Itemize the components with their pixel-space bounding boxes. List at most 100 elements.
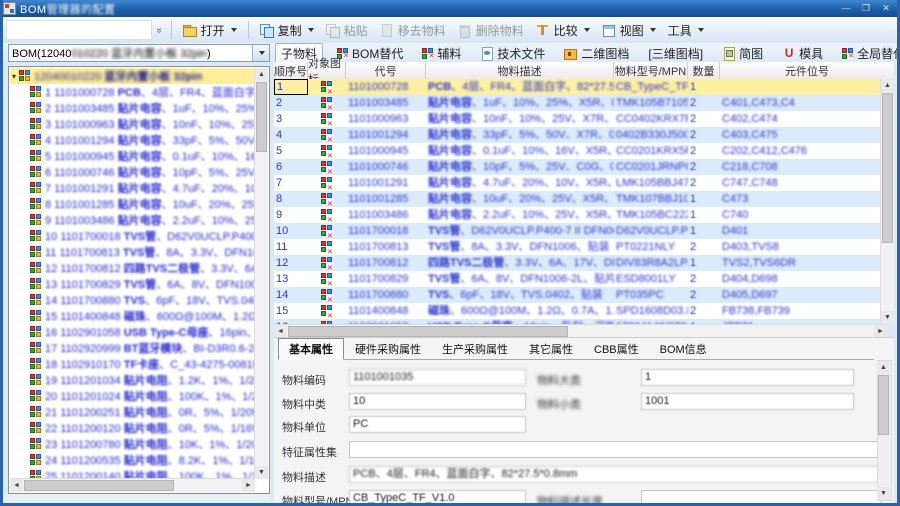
bom-selector[interactable]: BOM(12040010220 蓝牙内置小板 32pin) <box>8 44 270 62</box>
compare-button[interactable]: 比较 <box>530 20 596 41</box>
input-material-code[interactable]: 1101001035 <box>349 369 526 386</box>
table-row[interactable]: 151101400848磁珠、600Ω@100M、1.2Ω、0.7A、1.24Ω… <box>274 303 887 319</box>
tab-global-substitute[interactable]: 全局替代 <box>837 44 900 63</box>
table-row[interactable]: 61101000746贴片电容、10pF、5%、25V、C0G、0201、Tap… <box>274 159 887 175</box>
input-material-small-class[interactable]: 1001 <box>641 393 854 410</box>
tab-bom-info[interactable]: BOM信息 <box>650 339 717 359</box>
column-header-icon[interactable]: 对象图标 <box>308 62 346 79</box>
table-horizontal-scrollbar[interactable] <box>274 324 887 338</box>
table-vertical-scrollbar[interactable] <box>880 79 894 324</box>
input-material-mid-class[interactable]: 10 <box>349 393 526 410</box>
tab-cbb-properties[interactable]: CBB属性 <box>584 339 649 359</box>
scroll-down-icon[interactable] <box>877 487 890 500</box>
tab-3d-drawings[interactable]: [三维图档] <box>643 44 708 63</box>
table-row[interactable]: 81101001285贴片电容、10uF、20%、25V、X5R、0603、TA… <box>274 191 887 207</box>
table-row[interactable]: 51101000945贴片电容、0.1uF、10%、16V、X5R、0201、T… <box>274 143 887 159</box>
tree-item[interactable]: 6 1101000746 贴片电容、10pF、5%、25V、C0G <box>10 164 255 180</box>
scroll-down-icon[interactable] <box>881 311 894 324</box>
tree-item[interactable]: 5 1101000945 贴片电容、0.1uF、10%、16V、X5 <box>10 148 255 164</box>
scroll-up-icon[interactable] <box>877 361 890 374</box>
input-description-length[interactable] <box>641 490 882 506</box>
tree-item[interactable]: 19 1101201034 贴片电阻、1.2K、1%、1/20W、02 <box>10 372 255 388</box>
table-row[interactable]: 111101700813TVS管、8A、3.3V、DFN1006、贴装PT022… <box>274 239 887 255</box>
tab-other-properties[interactable]: 其它属性 <box>519 339 583 359</box>
tree-item[interactable]: 10 1101700018 TVS管、D62V0UCLP.P400-7 II <box>10 228 255 244</box>
tools-button[interactable]: 工具 <box>662 20 710 41</box>
tree-item[interactable]: 24 1101200535 贴片电阻、8.2K、1%、1/16W、04 <box>10 452 255 468</box>
table-row[interactable]: 131101700829TVS管、6A、8V、DFN1006-2L、贴片ESD8… <box>274 271 887 287</box>
view-button[interactable]: 视图 <box>596 20 662 41</box>
tree-item[interactable]: 2 1101003485 贴片电容、1uF、10%、25%、040 <box>10 100 255 116</box>
input-material-description[interactable]: PCB、4层、FR4、蓝面白字、82*27.5*0.8mm <box>349 466 882 483</box>
tab-production-purchase[interactable]: 生产采购属性 <box>432 339 518 359</box>
tree-vertical-scrollbar[interactable] <box>254 68 268 479</box>
column-header-description[interactable]: 物料描述 <box>426 62 614 79</box>
tree-item[interactable]: 11 1101700813 TVS管、8A、3.3V、DFN1006、贴 <box>10 244 255 260</box>
table-row[interactable]: 141101700880TVS、6pF、18V、TVS.0402、贴装PT035… <box>274 287 887 303</box>
input-attribute-set[interactable] <box>349 441 882 458</box>
tab-auxiliary-material[interactable]: 辅料 <box>417 44 466 63</box>
bom-item-icon <box>30 326 42 338</box>
toolbar-overflow-icon[interactable]: » <box>153 27 164 33</box>
scrollbar-thumb[interactable] <box>288 326 568 337</box>
tree-item[interactable]: 7 1101001291 贴片电容、4.7uF、20%、10V、X5 <box>10 180 255 196</box>
tab-mold[interactable]: U模具 <box>777 44 828 63</box>
tree-item[interactable]: 14 1101700880 TVS、6pF、18V、TVS.0402、贴装 <box>10 292 255 308</box>
properties-vertical-scrollbar[interactable] <box>877 360 892 501</box>
column-header-mpn[interactable]: 物料型号/MPN <box>614 62 688 79</box>
scrollbar-thumb[interactable] <box>882 93 893 243</box>
tree-item[interactable]: 13 1101700829 TVS管、6A、8V、DFN1006-2L、 <box>10 276 255 292</box>
scrollbar-thumb[interactable] <box>878 375 889 435</box>
tree-item[interactable]: 12 1101700812 四路TVS二极管、3.3V、6A、17V <box>10 260 255 276</box>
table-row[interactable]: 31101000963贴片电容、10nF、10%、25V、X7R、0402、Ta… <box>274 111 887 127</box>
column-header-seq[interactable]: 顺序号 <box>274 62 308 79</box>
minimize-button[interactable]: — <box>836 2 856 15</box>
tree-item[interactable]: 23 1101200780 贴片电阻、10K、1%、1/20W、02 <box>10 436 255 452</box>
bom-selector-dropdown-button[interactable] <box>252 45 269 61</box>
open-button[interactable]: 打开 <box>177 20 243 41</box>
tab-sketch[interactable]: 简图 <box>717 44 768 63</box>
tab-technical-files[interactable]: 技术文件 <box>475 44 550 63</box>
table-row[interactable]: 91101003486贴片电容、2.2uF、10%、25V、X5R、0402、T… <box>274 207 887 223</box>
column-header-code[interactable]: 代号 <box>346 62 426 79</box>
table-row[interactable]: 21101003485贴片电容、1uF、10%、25%、X5R、0402、TA2… <box>274 95 887 111</box>
scroll-up-icon[interactable] <box>255 68 268 81</box>
tree-item[interactable]: 17 1102920999 BT蓝牙模块、BI-D3R0.6-24D8/2.4G <box>10 340 255 356</box>
tree-item[interactable]: 3 1101000963 贴片电容、10nF、10%、25V、X7 <box>10 116 255 132</box>
tree-item[interactable]: 4 1101001294 贴片电容、33pF、5%、50V、X7 <box>10 132 255 148</box>
tree-item[interactable]: 9 1101003486 贴片电容、2.2uF、10%、25V、X5 <box>10 212 255 228</box>
tree-item[interactable]: 15 1101400848 磁珠、600Ω@100M、1.2Ω、0.7A <box>10 308 255 324</box>
table-row[interactable]: 121101700812四路TVS二极管、3.3V、6A、17V、DFN1006… <box>274 255 887 271</box>
column-header-refdes[interactable]: 元件位号 <box>720 62 894 79</box>
tab-hardware-purchase[interactable]: 硬件采购属性 <box>345 339 431 359</box>
table-row[interactable]: 41101001294贴片电容、33pF、5%、50V、X7R、0402、WAL… <box>274 127 887 143</box>
input-material-unit[interactable]: PC <box>349 416 526 433</box>
input-material-mpn[interactable]: CB_TypeC_TF_V1.0 <box>349 490 526 506</box>
close-button[interactable]: ✕ <box>876 2 896 15</box>
tree-item[interactable]: 20 1101201024 贴片电阻、100K、1%、1/20W、0 <box>10 388 255 404</box>
scroll-down-icon[interactable] <box>255 466 268 479</box>
tree-item[interactable]: 22 1101200120 贴片电阻、0R、5%、1/16W、040 <box>10 420 255 436</box>
tree-item[interactable]: 21 1101200251 贴片电阻、0R、5%、1/20W、020 <box>10 404 255 420</box>
tree-item[interactable]: 18 1102910170 TF卡座、C_43-4275-0081R80F1.0 <box>10 356 255 372</box>
copy-button[interactable]: 复制 <box>254 20 320 41</box>
table-row[interactable]: 101101700018TVS管、D62V0UCLP.P400-7 II DFN… <box>274 223 887 239</box>
tree-item[interactable]: 16 1102901058 USB Type-C母座、16pin、卧贴、沉贴 <box>10 324 255 340</box>
tree-root-node[interactable]: ▾ 12040010220 蓝牙内置小板 32pin <box>10 68 255 84</box>
tree-item[interactable]: 8 1101001285 贴片电容、10uF、20%、25V、X5 <box>10 196 255 212</box>
tab-2d-drawings[interactable]: 二维图档 <box>559 44 634 63</box>
scroll-right-icon[interactable] <box>242 479 255 492</box>
scrollbar-thumb[interactable] <box>256 82 267 152</box>
scroll-up-icon[interactable] <box>881 79 894 92</box>
table-row[interactable]: 71101001291贴片电容、4.7uF、20%、10V、X5R、0402、T… <box>274 175 887 191</box>
scroll-left-icon[interactable] <box>10 479 23 492</box>
input-material-big-class[interactable]: 1 <box>641 369 854 386</box>
expander-icon[interactable]: ▾ <box>12 72 16 81</box>
maximize-button[interactable]: ❐ <box>856 2 876 15</box>
tab-basic-properties[interactable]: 基本属性 <box>278 338 344 360</box>
column-header-qty[interactable]: 数量 <box>688 62 720 79</box>
tree-item[interactable]: 1 1101000728 PCB、4层、FR4、蓝面白字、8 <box>10 84 255 100</box>
scrollbar-thumb[interactable] <box>24 480 174 491</box>
table-row[interactable]: 11101000728PCB、4层、FR4、蓝面白字、82*27.5*0.8mm… <box>274 79 887 95</box>
tree-horizontal-scrollbar[interactable] <box>10 478 255 492</box>
